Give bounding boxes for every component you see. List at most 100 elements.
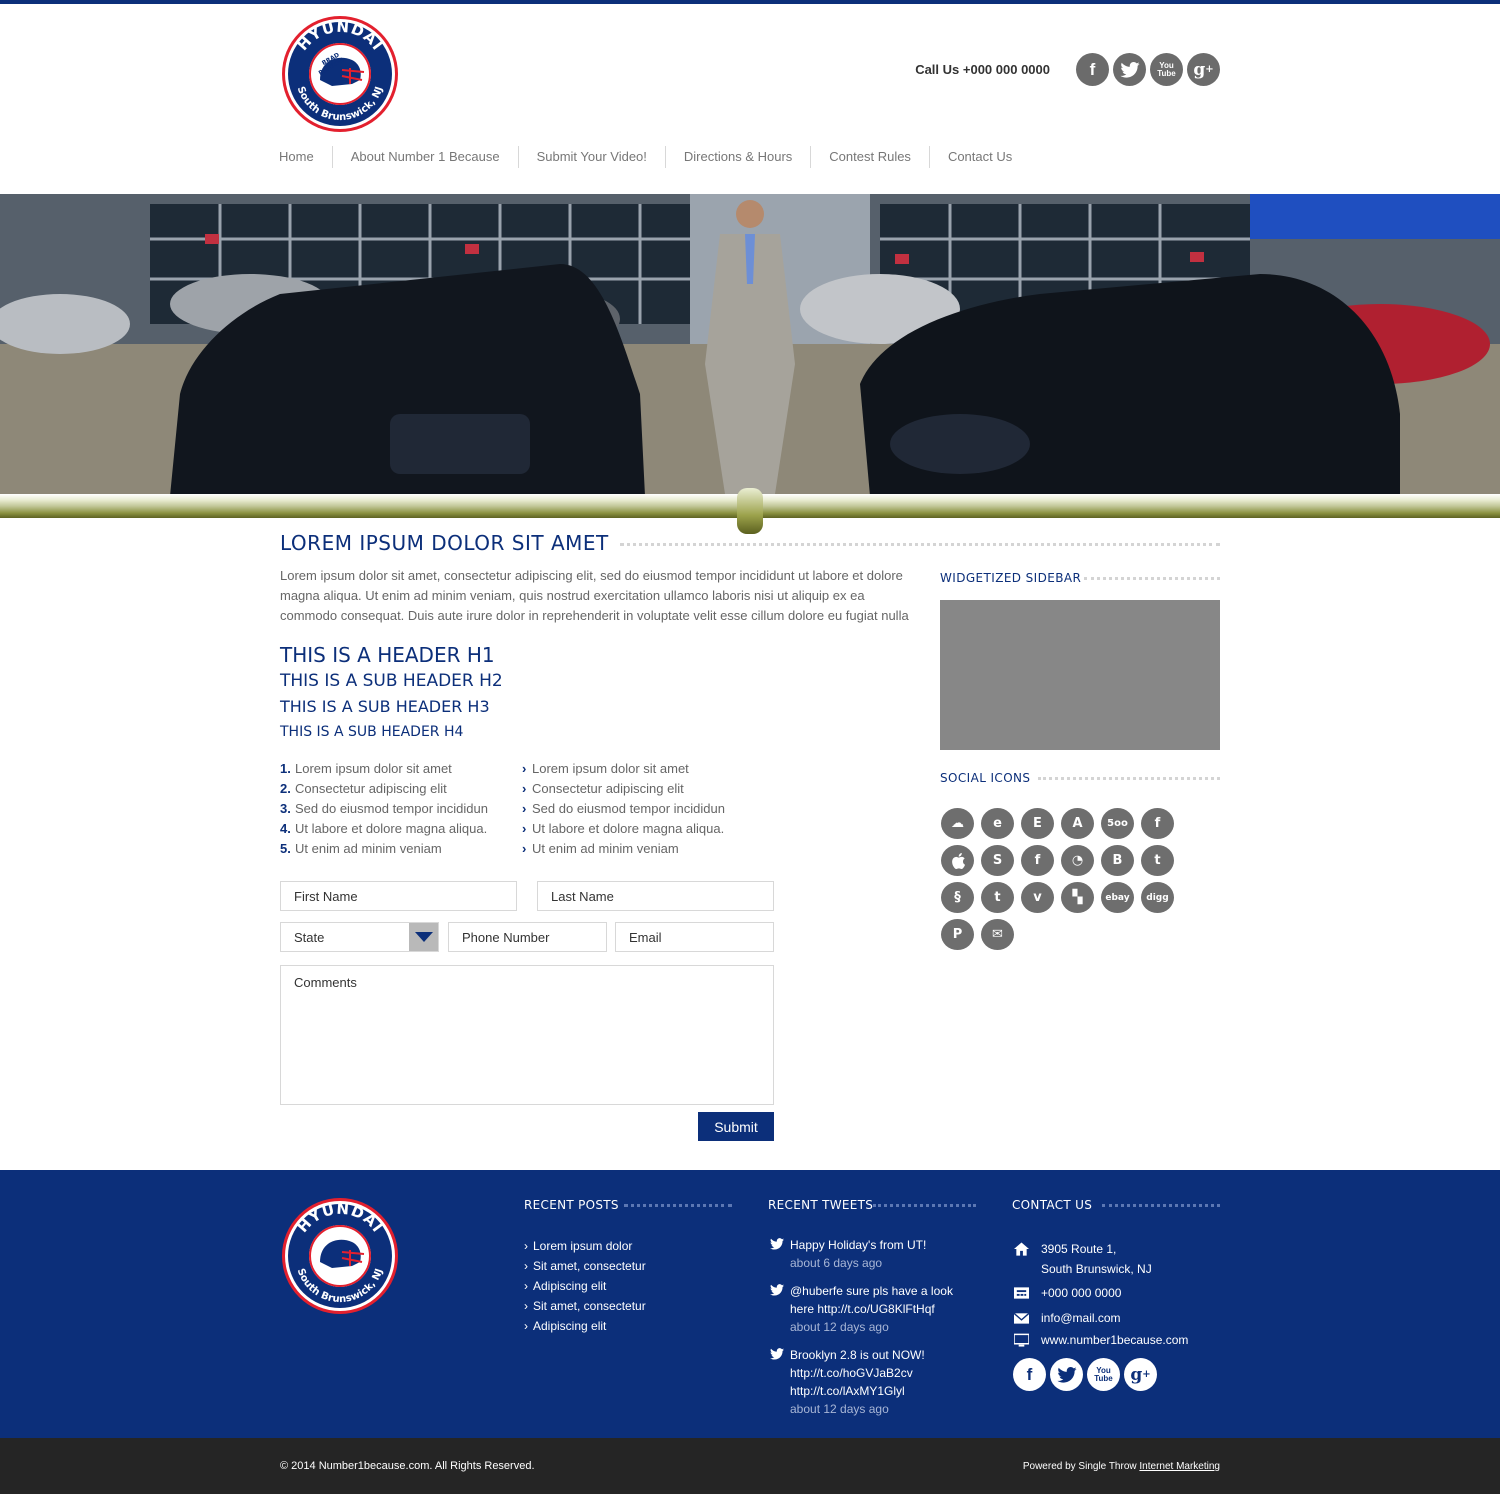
youtube-icon[interactable]: You Tube [1087, 1358, 1120, 1391]
twitter-bird-icon [770, 1284, 784, 1296]
twitter-bird-icon [770, 1348, 784, 1360]
mail-icon[interactable]: ✉ [981, 919, 1014, 950]
contact-us-divider [1102, 1204, 1220, 1207]
facebook-icon[interactable]: f [1141, 808, 1174, 839]
first-name-field[interactable]: First Name [280, 881, 517, 911]
list-item: › Lorem ipsum dolor sit amet [522, 759, 725, 779]
blogger-icon[interactable]: B [1101, 845, 1134, 876]
top-accent-bar [0, 0, 1500, 4]
recent-tweets-title: RECENT TWEETS [768, 1198, 874, 1212]
google-plus-icon[interactable]: g + [1187, 53, 1220, 86]
ordered-list: 1. Lorem ipsum dolor sit amet 2. Consectet… [280, 759, 488, 859]
vimeo-icon[interactable]: v [1021, 882, 1054, 913]
facebook-icon[interactable]: f [1076, 53, 1109, 86]
submit-button[interactable]: Submit [698, 1112, 774, 1141]
title-divider [620, 543, 1220, 546]
nav-item-home[interactable]: Home [279, 146, 332, 168]
soundcloud-icon[interactable]: ☁ [941, 808, 974, 839]
nav-item-about[interactable]: About Number 1 Because [331, 146, 518, 168]
post-link[interactable]: › Sit amet, consectetur [524, 1256, 646, 1276]
list-item: › Ut enim ad minim veniam [522, 839, 725, 859]
list-item: 2. Consectetur adipiscing elit [280, 781, 447, 796]
contact-website: www.number1because.com [1014, 1330, 1188, 1350]
evernote-icon[interactable]: e [981, 808, 1014, 839]
squarespace-icon[interactable]: § [941, 882, 974, 913]
google-plus-icon[interactable]: g + [1124, 1358, 1157, 1391]
delicious-icon[interactable]: ▚ [1061, 882, 1094, 913]
contact-email: info@mail.com [1014, 1308, 1121, 1328]
sample-header-h4: THIS IS A SUB HEADER H4 [280, 724, 464, 740]
sample-header-h1: THIS IS A HEADER H1 [280, 643, 495, 667]
home-icon [1014, 1242, 1029, 1256]
twitter-icon[interactable] [1050, 1358, 1083, 1391]
ebay-icon[interactable]: ebay [1101, 882, 1134, 913]
site-logo[interactable]: HYUNDAI South Brunswick, NJ BRAD BENSON [280, 14, 400, 134]
contact-us-title: CONTACT US [1012, 1198, 1093, 1212]
sidebar-title-divider [1084, 577, 1220, 580]
youtube-icon[interactable]: You Tube [1150, 53, 1183, 86]
etsy-icon[interactable]: E [1021, 808, 1054, 839]
chevron-right-icon: › [524, 1259, 528, 1273]
social-icons-grid: ☁ e E A 5oo f S f ◔ B t § t v ▚ ebay dig… [941, 808, 1181, 950]
last-name-field[interactable]: Last Name [537, 881, 774, 911]
sample-header-h2: THIS IS A SUB HEADER H2 [280, 671, 503, 691]
chevron-right-icon: › [524, 1279, 528, 1293]
state-select[interactable]: State [280, 922, 439, 952]
post-link[interactable]: › Sit amet, consectetur [524, 1296, 646, 1316]
hero-banner-image [0, 194, 1500, 496]
intro-paragraph: Lorem ipsum dolor sit amet, consectetur … [280, 568, 909, 623]
recent-posts-divider [624, 1204, 732, 1207]
phone-icon [1014, 1287, 1029, 1299]
contact-phone: +000 000 0000 [1014, 1283, 1121, 1303]
apple-icon[interactable] [941, 845, 974, 876]
main-navigation: Home About Number 1 Because Submit Your … [279, 146, 1030, 168]
app-store-icon[interactable]: A [1061, 808, 1094, 839]
hero-scroll-handle[interactable] [737, 488, 763, 534]
chevron-right-icon: › [524, 1239, 528, 1253]
powered-by-link[interactable]: Internet Marketing [1139, 1461, 1220, 1472]
powered-by: Powered by Single Throw Internet Marketi… [1022, 1461, 1220, 1472]
digg-icon[interactable]: digg [1141, 882, 1174, 913]
envelope-icon [1014, 1312, 1029, 1324]
post-link[interactable]: › Adipiscing elit [524, 1316, 646, 1336]
chevron-right-icon: › [522, 781, 527, 796]
monitor-icon [1014, 1333, 1029, 1347]
email-field[interactable]: Email [615, 922, 774, 952]
twitter-icon[interactable]: t [1141, 845, 1174, 876]
list-item: › Consectetur adipiscing elit [522, 779, 725, 799]
site-footer [0, 1170, 1500, 1438]
sidebar-widget-placeholder [940, 600, 1220, 750]
skype-icon[interactable]: S [981, 845, 1014, 876]
tumblr-icon[interactable]: t [981, 882, 1014, 913]
chevron-down-icon[interactable] [409, 923, 438, 951]
phone-number-field[interactable]: Phone Number [448, 922, 607, 952]
list-item: 4. Ut labore et dolore magna aliqua. [280, 821, 488, 836]
500px-icon[interactable]: 5oo [1101, 808, 1134, 839]
widgetized-sidebar-title: WIDGETIZED SIDEBAR [940, 571, 1082, 585]
call-us-phone: Call Us +000 000 0000 [915, 62, 1050, 77]
social-icons-title: SOCIAL ICONS [940, 771, 1031, 785]
nav-item-contest-rules[interactable]: Contest Rules [810, 146, 929, 168]
comments-textarea[interactable]: Comments [280, 965, 774, 1105]
chevron-right-icon: › [524, 1319, 528, 1333]
social-title-divider [1038, 777, 1220, 780]
list-item: 3. Sed do eiusmod tempor incididun [280, 801, 488, 816]
contact-address: 3905 Route 1, South Brunswick, NJ [1014, 1239, 1152, 1279]
nav-item-submit-video[interactable]: Submit Your Video! [517, 146, 665, 168]
chevron-right-icon: › [522, 821, 527, 836]
nav-item-directions-hours[interactable]: Directions & Hours [664, 146, 810, 168]
copyright-text: © 2014 Number1because.com. All Rights Re… [280, 1460, 535, 1472]
footer-social-links: f You Tube g + [1013, 1358, 1157, 1391]
paypal-icon[interactable]: P [941, 919, 974, 950]
facebook-icon[interactable]: f [1013, 1358, 1046, 1391]
recent-posts-title: RECENT POSTS [524, 1198, 619, 1212]
footer-logo[interactable]: HYUNDAI South Brunswick, NJ [280, 1196, 400, 1316]
picasa-icon[interactable]: ◔ [1061, 845, 1094, 876]
post-link[interactable]: › Lorem ipsum dolor [524, 1236, 646, 1256]
facebook-alt-icon[interactable]: f [1021, 845, 1054, 876]
tweet-item: @huberfe sure pls have a look here http:… [770, 1282, 970, 1336]
list-item: 5. Ut enim ad minim veniam [280, 841, 442, 856]
nav-item-contact[interactable]: Contact Us [928, 146, 1030, 168]
post-link[interactable]: › Adipiscing elit [524, 1276, 646, 1296]
twitter-icon[interactable] [1113, 53, 1146, 86]
